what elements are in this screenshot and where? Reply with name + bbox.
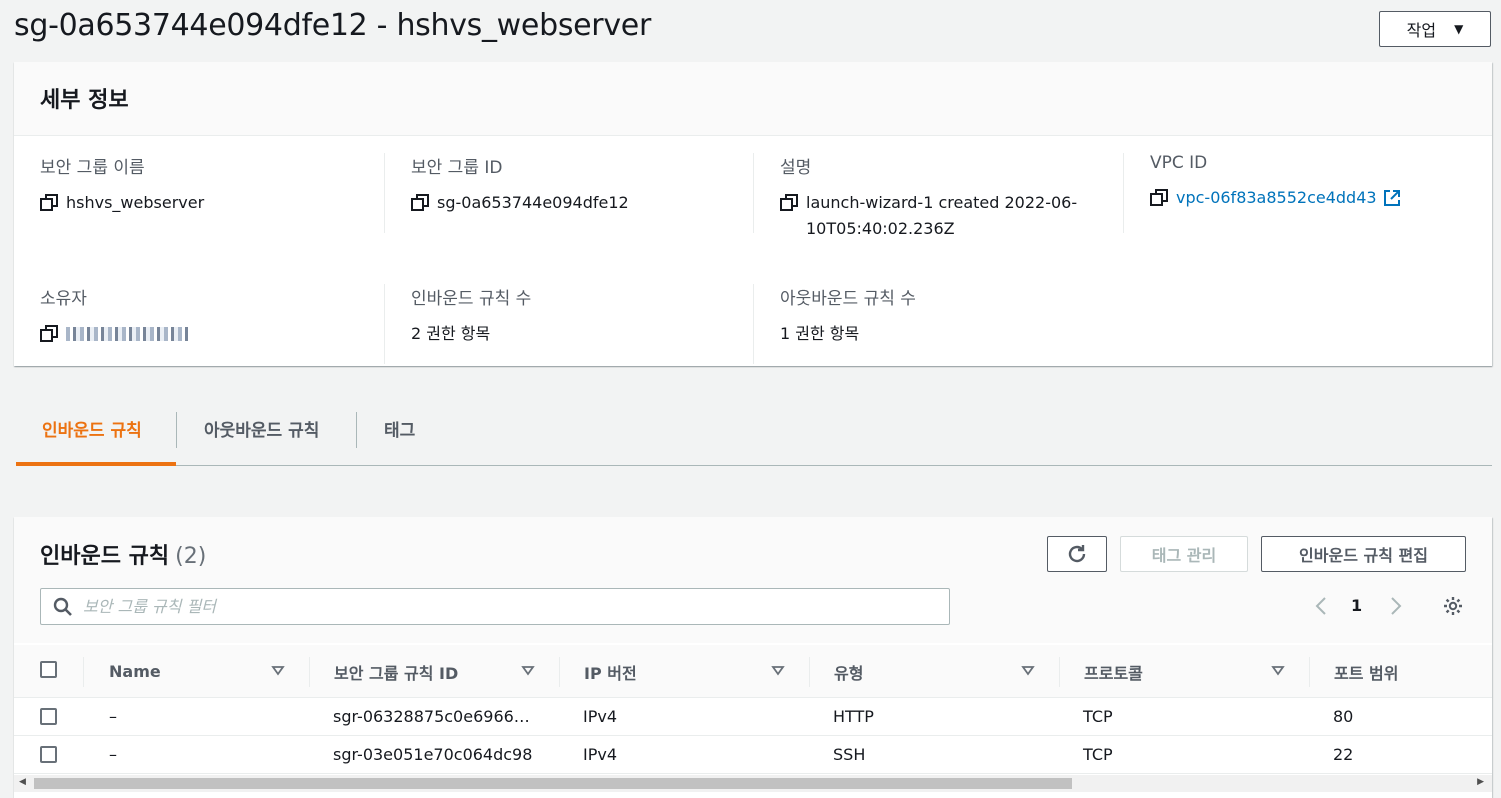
page-number[interactable]: 1 — [1351, 596, 1362, 615]
cell-ip-version: IPv4 — [583, 707, 618, 726]
cell-port-range: 80 — [1333, 707, 1354, 726]
rules-count: (2) — [175, 544, 207, 569]
rules-filter-input-wrapper[interactable] — [40, 588, 950, 625]
col-header-ip-version[interactable]: IP 버전 — [584, 645, 637, 698]
scroll-left-icon[interactable]: ◀ — [19, 777, 26, 787]
field-label: 설명 — [780, 158, 812, 178]
details-heading: 세부 정보 — [14, 62, 1492, 136]
prev-page-icon[interactable] — [1314, 597, 1328, 619]
row-checkbox[interactable] — [40, 708, 57, 725]
vpc-link[interactable]: vpc-06f83a8552ce4dd43 — [1176, 185, 1377, 211]
search-icon — [53, 597, 72, 616]
field-label: 보안 그룹 이름 — [40, 158, 145, 178]
field-value: hshvs_webserver — [66, 193, 205, 212]
rules-title-text: 인바운드 규칙 — [40, 544, 170, 569]
sort-icon[interactable] — [1271, 663, 1285, 677]
table-row[interactable]: – sgr-03e051e70c064dc98 IPv4 SSH TCP 22 — [14, 736, 1492, 774]
col-header-port-range[interactable]: 포트 범위 — [1334, 645, 1398, 698]
refresh-icon — [1068, 545, 1086, 563]
col-header-protocol[interactable]: 프로토콜 — [1084, 645, 1143, 698]
edit-inbound-rules-button[interactable]: 인바운드 규칙 편집 — [1261, 536, 1466, 572]
cell-rule-id: sgr-03e051e70c064dc98 — [333, 745, 533, 764]
manage-tags-button[interactable]: 태그 관리 — [1120, 536, 1248, 572]
rules-title: 인바운드 규칙 (2) — [40, 538, 206, 570]
field-vpc-id: VPC ID vpc-06f83a8552ce4dd43 — [1123, 153, 1493, 233]
cell-protocol: TCP — [1083, 745, 1113, 764]
caret-down-icon: ▼ — [1454, 22, 1464, 36]
select-all-checkbox[interactable] — [40, 661, 57, 678]
col-header-rule-id[interactable]: 보안 그룹 규칙 ID — [334, 645, 458, 698]
copy-icon[interactable] — [411, 194, 429, 212]
inbound-rules-panel: 인바운드 규칙(2) 태그 관리 인바운드 규칙 편집 1 Name 보안 그룹… — [14, 517, 1492, 798]
settings-gear-icon[interactable] — [1442, 595, 1464, 621]
copy-icon[interactable] — [40, 194, 58, 212]
next-page-icon[interactable] — [1389, 597, 1403, 619]
actions-label: 작업 — [1406, 21, 1437, 40]
refresh-button[interactable] — [1047, 536, 1107, 572]
field-value: launch-wizard-1 created 2022-06-10T05:40… — [806, 193, 1078, 238]
field-description: 설명 launch-wizard-1 created 2022-06-10T05… — [753, 153, 1123, 238]
sort-icon[interactable] — [1021, 663, 1035, 677]
tab-inbound-rules[interactable]: 인바운드 규칙 — [16, 410, 176, 466]
page-title: sg-0a653744e094dfe12 - hshvs_webserver — [14, 8, 651, 43]
scroll-right-icon[interactable]: ▶ — [1477, 777, 1484, 787]
cell-type: HTTP — [833, 707, 874, 726]
cell-type: SSH — [833, 745, 866, 764]
sort-icon[interactable] — [521, 663, 535, 677]
field-label: 보안 그룹 ID — [411, 158, 503, 178]
col-header-type[interactable]: 유형 — [834, 645, 863, 698]
sort-icon[interactable] — [771, 663, 785, 677]
cell-protocol: TCP — [1083, 707, 1113, 726]
redacted-owner-id — [66, 327, 188, 341]
horizontal-scrollbar[interactable]: ◀ ▶ — [14, 775, 1492, 792]
copy-icon[interactable] — [40, 325, 58, 343]
col-header-name[interactable]: Name — [109, 645, 161, 698]
cell-ip-version: IPv4 — [583, 745, 618, 764]
field-sg-name: 보안 그룹 이름 hshvs_webserver — [14, 153, 384, 233]
table-row[interactable]: – sgr-06328875c0e6966… IPv4 HTTP TCP 80 — [14, 698, 1492, 736]
external-link-icon[interactable] — [1383, 189, 1401, 207]
field-label: 아웃바운드 규칙 수 — [780, 289, 916, 309]
tab-outbound-rules[interactable]: 아웃바운드 규칙 — [177, 410, 357, 466]
field-owner: 소유자 — [14, 284, 384, 364]
details-panel: 세부 정보 보안 그룹 이름 hshvs_webserver 보안 그룹 ID … — [14, 62, 1492, 366]
field-outbound-count: 아웃바운드 규칙 수 1 권한 항목 — [753, 284, 1123, 364]
sort-icon[interactable] — [271, 663, 285, 677]
table-header-row: Name 보안 그룹 규칙 ID IP 버전 유형 프로토콜 포트 범위 — [14, 645, 1492, 698]
field-label: VPC ID — [1150, 153, 1208, 173]
actions-dropdown-button[interactable]: 작업 ▼ — [1379, 11, 1491, 47]
field-value: 2 권한 항목 — [411, 324, 491, 343]
copy-icon[interactable] — [1150, 189, 1168, 207]
rules-filter-input[interactable] — [81, 596, 901, 617]
field-label: 인바운드 규칙 수 — [411, 289, 532, 309]
field-inbound-count: 인바운드 규칙 수 2 권한 항목 — [384, 284, 754, 364]
field-value: 1 권한 항목 — [780, 324, 860, 343]
cell-name: – — [109, 707, 117, 726]
scrollbar-thumb[interactable] — [34, 778, 1072, 789]
field-label: 소유자 — [40, 289, 87, 309]
cell-name: – — [109, 745, 117, 764]
field-value: sg-0a653744e094dfe12 — [437, 193, 629, 212]
cell-port-range: 22 — [1333, 745, 1354, 764]
cell-rule-id: sgr-06328875c0e6966… — [333, 707, 530, 726]
row-checkbox[interactable] — [40, 746, 57, 763]
tab-tags[interactable]: 태그 — [357, 410, 447, 466]
field-sg-id: 보안 그룹 ID sg-0a653744e094dfe12 — [384, 153, 754, 233]
tab-bar: 인바운드 규칙 아웃바운드 규칙 태그 — [16, 410, 1492, 466]
